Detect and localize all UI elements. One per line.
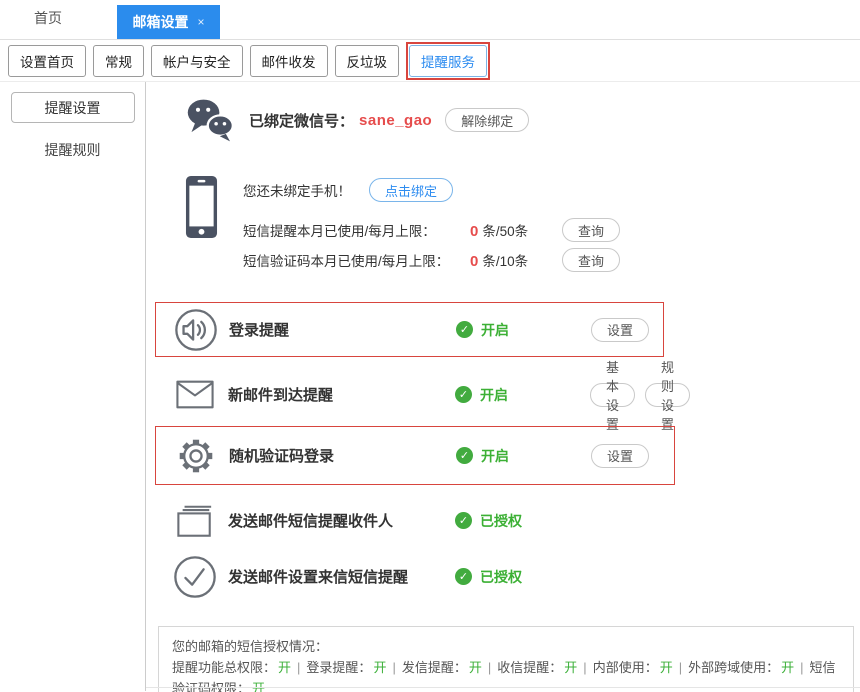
success-check-icon: ✓ — [456, 321, 473, 338]
phone-icon — [185, 174, 218, 240]
query-sms-button[interactable]: 查询 — [562, 218, 620, 242]
close-icon[interactable]: × — [197, 15, 204, 29]
feature-row-new-mail: 新邮件到达提醒 ✓ 开启 基本设置 规则设置 — [155, 367, 675, 422]
feature-status: ✓ 已授权 — [455, 511, 522, 531]
basic-settings-button[interactable]: 基本设置 — [590, 383, 635, 407]
auth-separator: | — [392, 660, 395, 675]
sms-stack-icon — [171, 504, 219, 538]
auth-label: 外部跨域使用： — [688, 660, 779, 675]
feature-title: 随机验证码登录 — [229, 445, 334, 466]
feature-status-text: 已授权 — [480, 567, 522, 587]
wechat-bound-label: 已绑定微信号： — [249, 110, 354, 131]
sms-usage-label: 短信提醒本月已使用/每月上限： — [243, 220, 470, 240]
feature-row-sms-notify-recipient: 发送邮件短信提醒收件人 ✓ 已授权 — [155, 493, 675, 548]
auth-label: 收信提醒： — [497, 660, 562, 675]
success-check-icon: ✓ — [455, 512, 472, 529]
tab-home[interactable]: 首页 — [0, 8, 96, 39]
success-check-icon: ✓ — [455, 568, 472, 585]
sidebar: 提醒设置 提醒规则 — [0, 82, 146, 691]
auth-label: 发信提醒： — [402, 660, 467, 675]
auth-value: 开 — [781, 660, 794, 675]
auth-separator: | — [488, 660, 491, 675]
phone-unbound-line: 您还未绑定手机！ 点击绑定 — [243, 178, 453, 202]
feature-row-captcha-login: 随机验证码登录 ✓ 开启 设置 — [155, 426, 675, 485]
sms-code-quota: 条/10条 — [482, 254, 528, 269]
tab-mail-settings[interactable]: 邮箱设置 × — [117, 5, 220, 39]
bind-phone-button[interactable]: 点击绑定 — [369, 178, 453, 202]
feature-status-text: 开启 — [480, 385, 508, 405]
nav-tab-general[interactable]: 常规 — [93, 45, 144, 77]
sms-quota: 条/50条 — [482, 224, 528, 239]
window-tab-bar: 首页 邮箱设置 × — [0, 0, 860, 40]
check-circle-icon — [171, 554, 219, 600]
auth-value: 开 — [564, 660, 577, 675]
main-panel: 已绑定微信号： sane_gao 解除绑定 您还未绑定手机！ 点击绑定 短信提醒… — [146, 82, 860, 691]
success-check-icon: ✓ — [455, 386, 472, 403]
nav-tab-antispam[interactable]: 反垃圾 — [335, 45, 400, 77]
authorization-box: 您的邮箱的短信授权情况： 提醒功能总权限：开|登录提醒：开|发信提醒：开|收信提… — [158, 626, 854, 692]
feature-title: 登录提醒 — [229, 319, 289, 340]
feature-status: ✓ 开启 — [456, 320, 509, 340]
feature-row-login-reminder: 登录提醒 ✓ 开启 设置 — [155, 302, 664, 357]
feature-title: 发送邮件设置来信短信提醒 — [228, 566, 408, 587]
bottom-divider — [146, 687, 860, 688]
auth-value: 开 — [660, 660, 673, 675]
feature-status: ✓ 开启 — [456, 446, 509, 466]
auth-separator: | — [679, 660, 682, 675]
tab-mail-settings-label: 邮箱设置 — [132, 12, 188, 32]
feature-status: ✓ 已授权 — [455, 567, 522, 587]
captcha-settings-button[interactable]: 设置 — [591, 444, 649, 468]
unbind-button[interactable]: 解除绑定 — [445, 108, 529, 132]
nav-tab-settings-home[interactable]: 设置首页 — [8, 45, 86, 77]
sms-code-usage-line: 短信验证码本月已使用/每月上限： 0 条/10条 查询 — [243, 248, 620, 272]
gear-icon — [172, 433, 220, 479]
speaker-icon — [172, 307, 220, 353]
settings-nav: 设置首页 常规 帐户与安全 邮件收发 反垃圾 提醒服务 — [0, 40, 860, 82]
auth-label: 提醒功能总权限： — [172, 660, 276, 675]
authorization-title: 您的邮箱的短信授权情况： — [172, 636, 840, 657]
sms-used-count: 0 — [470, 223, 478, 240]
feature-row-incoming-sms-reminder: 发送邮件设置来信短信提醒 ✓ 已授权 — [155, 549, 675, 604]
auth-separator: | — [583, 660, 586, 675]
nav-tab-account-security[interactable]: 帐户与安全 — [151, 45, 243, 77]
mail-icon — [171, 380, 219, 409]
feature-status-text: 已授权 — [480, 511, 522, 531]
nav-tab-reminder-service[interactable]: 提醒服务 — [409, 45, 487, 77]
auth-value: 开 — [373, 660, 386, 675]
success-check-icon: ✓ — [456, 447, 473, 464]
sidebar-item-reminder-settings[interactable]: 提醒设置 — [11, 92, 135, 123]
auth-separator: | — [297, 660, 300, 675]
sms-usage-line: 短信提醒本月已使用/每月上限： 0 条/50条 查询 — [243, 218, 620, 242]
sms-code-usage-label: 短信验证码本月已使用/每月上限： — [243, 250, 470, 270]
auth-separator: | — [800, 660, 803, 675]
feature-status-text: 开启 — [481, 446, 509, 466]
feature-title: 发送邮件短信提醒收件人 — [228, 510, 393, 531]
feature-status-text: 开启 — [481, 320, 509, 340]
wechat-account: sane_gao — [359, 112, 432, 129]
rule-settings-button[interactable]: 规则设置 — [645, 383, 690, 407]
wechat-icon — [185, 96, 237, 144]
query-sms-code-button[interactable]: 查询 — [562, 248, 620, 272]
content-area: 提醒设置 提醒规则 已绑定微信号： sane_gao 解除绑定 — [0, 82, 860, 691]
feature-title: 新邮件到达提醒 — [228, 384, 333, 405]
sidebar-item-reminder-rules[interactable]: 提醒规则 — [0, 140, 145, 160]
sms-code-used-count: 0 — [470, 253, 478, 270]
login-reminder-settings-button[interactable]: 设置 — [591, 318, 649, 342]
phone-unbound-text: 您还未绑定手机！ — [243, 180, 351, 200]
highlight-box-nav: 提醒服务 — [406, 42, 490, 80]
phone-binding-row: 您还未绑定手机！ 点击绑定 短信提醒本月已使用/每月上限： 0条/50条 查询 … — [185, 170, 845, 282]
auth-value: 开 — [469, 660, 482, 675]
auth-label: 登录提醒： — [306, 660, 371, 675]
wechat-binding-row: 已绑定微信号： sane_gao 解除绑定 — [185, 96, 529, 144]
nav-tab-send-receive[interactable]: 邮件收发 — [250, 45, 328, 77]
auth-label: 内部使用： — [593, 660, 658, 675]
auth-value: 开 — [278, 660, 291, 675]
feature-status: ✓ 开启 — [455, 385, 508, 405]
